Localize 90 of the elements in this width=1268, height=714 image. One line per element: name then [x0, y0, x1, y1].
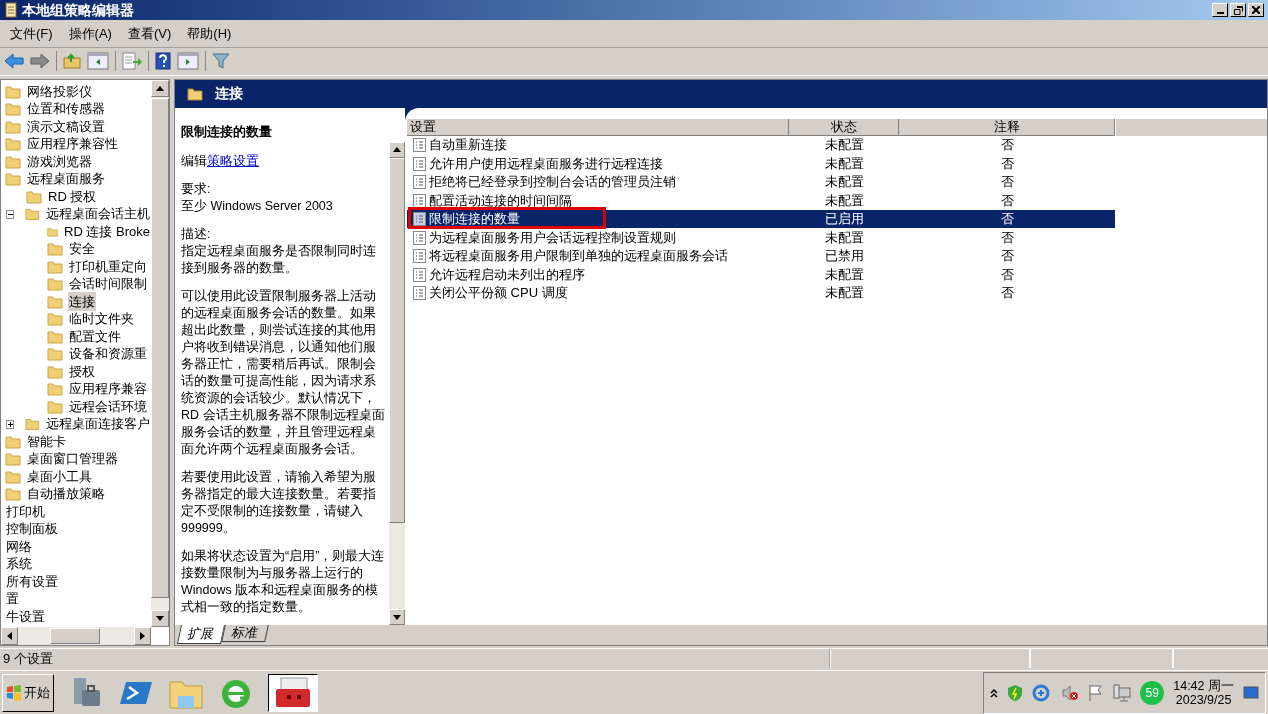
tree-item[interactable]: 系统 [5, 554, 33, 574]
tree-item[interactable]: 打印机 [5, 501, 46, 522]
tree-item[interactable]: 桌面窗口管理器 [26, 449, 119, 469]
edit-policy-text: 编辑策略设置 [181, 153, 260, 171]
comment-cell-text: 否 [999, 136, 1015, 155]
tree-item[interactable]: RD 授权 [47, 186, 98, 207]
comment-cell-text: 否 [999, 284, 1015, 303]
policy-settings-link[interactable]: 策略设置 [207, 154, 259, 169]
tree-item[interactable]: 授权 [68, 361, 96, 382]
tree-item[interactable]: 配置文件 [68, 326, 122, 347]
tree-item[interactable]: 智能卡 [26, 431, 67, 452]
table-row[interactable]: 关闭公平份额 CPU 调度 未配置 否 [407, 283, 1115, 303]
table-row[interactable]: 为远程桌面服务用户会话远程控制设置规则 未配置 否 [407, 228, 1115, 247]
description-paragraph: 可以使用此设置限制服务器上活动的远程桌面服务会话的数量。如果超出此数量，则尝试连接的其他用户将收到错误消息，以通知他们服务器正忙，需要稍后再试。限制会话的数量可提高性能，因为请求系统资源的会话较少。默认情况下，RD 会话主机服务器不限制远程桌面服务会话的数量，并且管理远程桌面允许两个远程桌面服务会话。 [181, 288, 386, 459]
setting-name: 为远程桌面服务用户会话远程控制设置规则 [429, 228, 676, 247]
tree-item[interactable]: 远程会话环境 [68, 396, 148, 417]
column-header[interactable]: 设置 [407, 118, 789, 136]
state-cell-text: 已启用 [823, 210, 865, 229]
tree-item[interactable]: 安全 [68, 239, 96, 259]
tree-item[interactable]: 游戏浏览器 [26, 151, 93, 172]
state-cell-text: 未配置 [823, 228, 865, 247]
table-row[interactable]: 允许用户使用远程桌面服务进行远程连接 未配置 否 [407, 154, 1115, 173]
status-text: 9 个设置 [0, 649, 830, 669]
tree-item[interactable]: 所有设置 [5, 571, 59, 592]
table-row[interactable]: 自动重新连接 未配置 否 [407, 135, 1115, 155]
tree-item[interactable]: 自动播放策略 [26, 484, 106, 504]
table-row[interactable]: 配置活动连接的时间间隔 未配置 否 [407, 191, 1115, 210]
state-cell-text: 已禁用 [823, 247, 865, 266]
setting-name: 拒绝将已经登录到控制台会话的管理员注销 [429, 173, 676, 192]
menu-item[interactable]: 查看(V) [121, 21, 178, 46]
window-title: 本地组策略编辑器 [22, 0, 134, 20]
tree-item[interactable]: 牛设置 [5, 606, 46, 627]
tree-item[interactable]: 连接 [68, 291, 96, 312]
view-tab[interactable]: 扩展 [177, 625, 225, 645]
clock-time: 14:42 周一 [1173, 678, 1234, 693]
tree-item[interactable]: 应用程序兼容性 [26, 134, 119, 154]
setting-name: 自动重新连接 [429, 136, 507, 155]
table-row[interactable]: 拒绝将已经登录到控制台会话的管理员注销 未配置 否 [407, 172, 1115, 192]
description-paragraph: 要求: 至少 Windows Server 2003 [181, 181, 334, 216]
tree-item[interactable]: 应用程序兼容 [68, 379, 148, 399]
tree-item[interactable]: 桌面小工具 [26, 466, 93, 487]
column-header[interactable]: 注释 [899, 118, 1115, 136]
tree-item[interactable]: 远程桌面服务 [26, 169, 106, 189]
comment-cell-text: 否 [999, 173, 1015, 192]
menu-item[interactable]: 文件(F) [4, 21, 59, 46]
table-row[interactable]: 将远程桌面服务用户限制到单独的远程桌面服务会话 已禁用 否 [407, 246, 1115, 266]
table-row[interactable]: 限制连接的数量 已启用 否 [407, 209, 1115, 229]
state-cell-text: 未配置 [823, 154, 865, 173]
setting-name: 关闭公平份额 CPU 调度 [429, 284, 568, 303]
comment-cell-text: 否 [999, 210, 1015, 229]
tree-item[interactable]: 置 [5, 589, 20, 609]
view-tab[interactable]: 标准 [221, 625, 269, 643]
clock-date: 2023/9/25 [1175, 692, 1232, 707]
setting-name: 允许用户使用远程桌面服务进行远程连接 [429, 154, 663, 173]
table-row[interactable]: 允许远程启动未列出的程序 未配置 否 [407, 265, 1115, 284]
setting-name: 限制连接的数量 [429, 210, 520, 229]
tree-item[interactable]: 远程桌面会话主机 [45, 204, 151, 224]
menu-item[interactable]: 操作(A) [62, 21, 118, 46]
tree-item[interactable]: 网络投影仪 [26, 81, 93, 102]
state-cell-text: 未配置 [823, 191, 865, 210]
state-cell-text: 未配置 [823, 173, 865, 192]
comment-cell-text: 否 [999, 191, 1015, 210]
comment-cell-text: 否 [999, 247, 1015, 266]
tree-item[interactable]: RD 连接 Broke [63, 221, 151, 242]
tree-item[interactable]: 控制面板 [5, 519, 59, 539]
description-paragraph: 描述: 指定远程桌面服务是否限制同时连接到服务器的数量。 [181, 226, 377, 278]
description-paragraph: 若要使用此设置，请输入希望为服务器指定的最大连接数量。若要指定不受限制的连接数量，请键入 999999。 [181, 469, 377, 538]
tree-item[interactable]: 演示文稿设置 [26, 116, 106, 137]
description-paragraph: 如果将状态设置为“启用”，则最大连接数量限制为与服务器上运行的 Windows 版本和远程桌面服务的模式相一致的指定数量。 [181, 548, 386, 617]
tree-item[interactable]: 打印机重定向 [68, 256, 148, 277]
setting-name: 允许远程启动未列出的程序 [429, 265, 585, 284]
comment-cell-text: 否 [999, 265, 1015, 284]
comment-cell-text: 否 [999, 154, 1015, 173]
tree-item[interactable]: 网络 [5, 536, 33, 557]
tree-item[interactable]: 会话时间限制 [68, 274, 148, 294]
tree-item[interactable]: 远程桌面连接客户 [45, 414, 151, 434]
state-cell-text: 未配置 [823, 136, 865, 155]
pane-title: 连接 [215, 84, 243, 104]
tree-item[interactable]: 临时文件夹 [68, 309, 135, 329]
column-header[interactable]: 状态 [789, 118, 899, 136]
tree-item[interactable]: 设备和资源重 [68, 344, 148, 364]
state-cell-text: 未配置 [823, 265, 865, 284]
tree-item[interactable]: 位置和传感器 [26, 99, 106, 119]
comment-cell-text: 否 [999, 228, 1015, 247]
policy-title: 限制连接的数量 [180, 122, 273, 141]
setting-name: 将远程桌面服务用户限制到单独的远程桌面服务会话 [429, 247, 728, 266]
state-cell-text: 未配置 [823, 284, 865, 303]
setting-name: 配置活动连接的时间间隔 [429, 191, 572, 210]
menu-item[interactable]: 帮助(H) [181, 21, 238, 46]
start-button[interactable]: 开始 [2, 673, 54, 712]
